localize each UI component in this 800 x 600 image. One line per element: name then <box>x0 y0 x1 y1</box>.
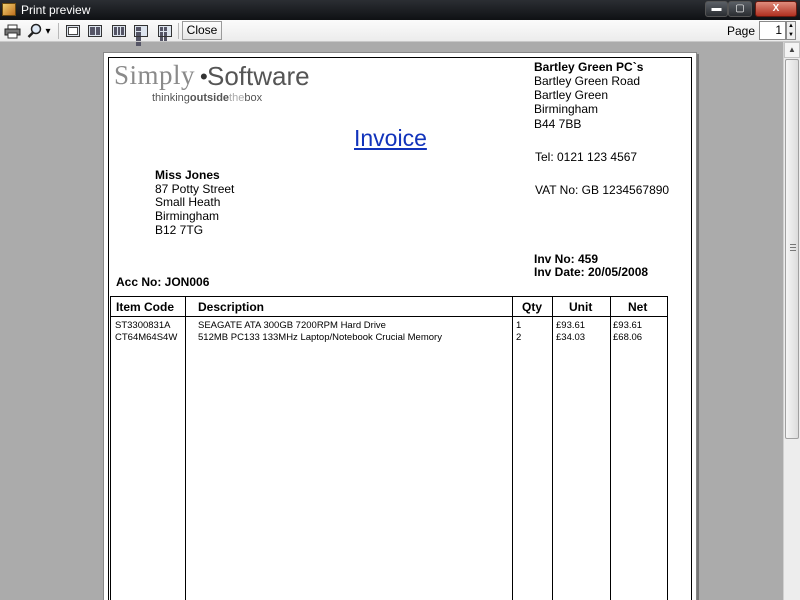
account-number: Acc No: JON006 <box>116 275 210 289</box>
print-button[interactable] <box>2 22 22 40</box>
item-net-cell: £93.61 <box>613 320 643 331</box>
two-pages-icon <box>88 25 102 37</box>
scroll-up-arrow-icon[interactable]: ▲ <box>784 42 800 58</box>
scrollbar-thumb[interactable] <box>785 59 799 439</box>
column-divider <box>610 296 611 600</box>
spin-down-icon[interactable]: ▼ <box>787 31 795 40</box>
four-pages-icon <box>134 25 148 46</box>
six-pages-icon <box>158 25 172 41</box>
company-address-line: Birmingham <box>534 102 599 116</box>
company-tel: Tel: 0121 123 4567 <box>535 150 638 164</box>
company-address-line: B44 7BB <box>534 117 582 131</box>
invoice-title: Invoice <box>354 125 427 151</box>
window-close-button[interactable]: X <box>755 1 797 17</box>
page-number-input[interactable]: 1 <box>759 21 786 40</box>
magnifier-icon <box>28 23 42 38</box>
close-button[interactable]: Close <box>182 21 222 40</box>
column-header-unit: Unit <box>569 300 593 314</box>
column-header-description: Description <box>198 300 265 314</box>
customer-address-line: B12 7TG <box>155 223 204 237</box>
logo-simply: Simply <box>114 60 196 90</box>
minimize-button[interactable]: ▬ <box>705 1 728 17</box>
zoom-button[interactable]: ▾ <box>24 22 54 40</box>
toolbar-separator <box>178 23 179 39</box>
item-code-cell: CT64M64S4W <box>115 332 178 343</box>
two-pages-button[interactable] <box>86 22 104 40</box>
customer-address-line: Small Heath <box>155 195 221 209</box>
six-pages-button[interactable] <box>156 22 174 41</box>
item-code-cell: ST3300831A <box>115 320 171 331</box>
window-title: Print preview <box>21 3 91 17</box>
vertical-scrollbar[interactable]: ▲ <box>783 42 800 600</box>
company-address-line: Bartley Green Road <box>534 74 641 88</box>
page-label: Page <box>727 24 756 38</box>
customer-name: Miss Jones <box>155 168 220 182</box>
table-header-divider <box>110 316 668 317</box>
one-page-icon <box>66 25 80 37</box>
three-pages-button[interactable] <box>110 22 128 40</box>
page-spinner[interactable]: ▲ ▼ <box>786 21 796 40</box>
item-unit-cell: £34.03 <box>556 332 586 343</box>
spin-up-icon[interactable]: ▲ <box>787 22 795 31</box>
maximize-button[interactable]: ▢ <box>728 1 752 17</box>
column-divider <box>552 296 553 600</box>
column-header-qty: Qty <box>522 300 543 314</box>
app-icon <box>2 3 16 16</box>
three-pages-icon <box>112 25 126 37</box>
invoice-number: Inv No: 459 <box>534 252 599 266</box>
item-qty-cell: 1 <box>516 320 522 331</box>
item-net-cell: £68.06 <box>613 332 643 343</box>
logo-software: Software <box>207 61 310 91</box>
toolbar-separator <box>58 23 59 39</box>
grip-icon <box>790 244 796 252</box>
company-address-line: Bartley Green <box>534 88 609 102</box>
column-header-net: Net <box>628 300 648 314</box>
item-description-cell: 512MB PC133 133MHz Laptop/Notebook Cruci… <box>198 332 442 343</box>
invoice-date: Inv Date: 20/05/2008 <box>534 265 649 279</box>
column-header-item-code: Item Code <box>116 300 175 314</box>
column-divider <box>512 296 513 600</box>
preview-toolbar: ▾ <box>0 20 800 46</box>
item-unit-cell: £93.61 <box>556 320 586 331</box>
column-divider <box>185 296 186 600</box>
item-description-cell: SEAGATE ATA 300GB 7200RPM Hard Drive <box>198 320 386 331</box>
logo-tagline: thinkingoutsidethebox <box>152 92 263 104</box>
customer-address-line: Birmingham <box>155 209 220 223</box>
one-page-button[interactable] <box>64 22 82 40</box>
window-titlebar: Print preview ▬ ▢ X <box>0 0 800 20</box>
company-vat: VAT No: GB 1234567890 <box>535 183 670 197</box>
customer-address-line: 87 Potty Street <box>155 182 235 196</box>
company-name: Bartley Green PC`s <box>534 60 644 74</box>
printer-icon <box>4 24 20 38</box>
chevron-down-icon: ▾ <box>45 25 51 37</box>
item-qty-cell: 2 <box>516 332 522 343</box>
four-pages-button[interactable] <box>132 22 150 46</box>
